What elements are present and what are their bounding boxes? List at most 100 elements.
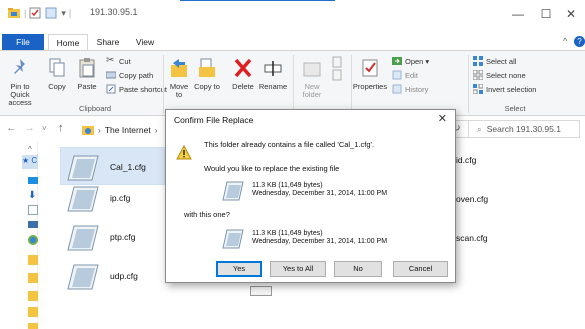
clipboard-group-label: Clipboard bbox=[78, 104, 112, 113]
properties-check-icon[interactable] bbox=[29, 7, 41, 19]
move-to-button[interactable]: Move to bbox=[166, 57, 192, 99]
tab-home[interactable]: Home bbox=[48, 34, 88, 50]
tab-view[interactable]: View bbox=[130, 34, 160, 50]
file-item[interactable]: oven.cfg bbox=[456, 194, 488, 204]
history-button[interactable]: History bbox=[392, 83, 428, 95]
breadcrumb-internet[interactable]: The Internet bbox=[105, 125, 151, 135]
tab-file[interactable]: File bbox=[2, 34, 44, 50]
dialog-body: This folder already contains a file call… bbox=[166, 131, 455, 282]
back-arrow-icon[interactable]: ← bbox=[6, 122, 17, 134]
select-none-button[interactable]: Select none bbox=[473, 69, 526, 81]
new-item-button[interactable] bbox=[330, 55, 346, 85]
delete-x-icon bbox=[234, 58, 252, 78]
copy-path-button[interactable]: Copy path bbox=[106, 69, 153, 81]
copy-path-icon bbox=[106, 71, 116, 79]
folder-icon[interactable] bbox=[28, 291, 38, 301]
scroll-up-icon[interactable]: ^ bbox=[28, 145, 32, 154]
clipboard-icon bbox=[79, 58, 95, 78]
existing-file-date: Wednesday, December 31, 2014, 11:00 PM bbox=[252, 190, 388, 197]
dialog-question: Would you like to replace the existing f… bbox=[204, 164, 340, 173]
existing-file-info: 11.3 KB (11,649 bytes) Wednesday, Decemb… bbox=[222, 177, 387, 203]
pin-icon bbox=[14, 59, 25, 74]
file-item[interactable]: id.cfg bbox=[456, 155, 476, 165]
recent-locations-icon[interactable]: ˅ bbox=[42, 124, 47, 133]
ribbon-separator bbox=[293, 55, 294, 113]
folder-icon[interactable] bbox=[28, 323, 38, 329]
tab-share[interactable]: Share bbox=[92, 34, 124, 50]
nav-item-quick-access[interactable]: ★ C bbox=[22, 155, 38, 169]
edit-icon bbox=[392, 70, 402, 80]
pin-quick-access-button[interactable]: Pin to Quick access bbox=[2, 57, 38, 107]
help-icon[interactable]: ? bbox=[574, 36, 585, 47]
yes-button[interactable]: Yes bbox=[216, 261, 262, 277]
select-all-button[interactable]: Select all bbox=[473, 55, 516, 67]
rename-button[interactable]: Rename bbox=[258, 57, 288, 91]
move-to-icon bbox=[171, 59, 187, 77]
new-folder-qa-icon[interactable] bbox=[45, 7, 57, 19]
minimize-button[interactable]: — bbox=[503, 4, 533, 24]
confirm-file-replace-dialog: Confirm File Replace ✕ This folder alrea… bbox=[165, 109, 456, 283]
copy-icon bbox=[49, 58, 65, 77]
search-icon: ⌕ bbox=[477, 123, 482, 134]
properties-icon bbox=[362, 59, 378, 77]
invert-selection-button[interactable]: Invert selection bbox=[473, 83, 536, 95]
yes-to-all-button[interactable]: Yes to All bbox=[270, 261, 326, 277]
search-placeholder: Search 191.30.95.1 bbox=[486, 124, 561, 134]
select-none-icon bbox=[473, 70, 483, 80]
open-button[interactable]: Open ▾ bbox=[392, 55, 429, 67]
title-accent-line bbox=[180, 0, 335, 1]
new-file-date: Wednesday, December 31, 2014, 11:00 PM bbox=[252, 238, 388, 245]
network-icon[interactable] bbox=[28, 235, 38, 245]
document-file-icon bbox=[222, 229, 244, 249]
desktop-icon[interactable] bbox=[28, 177, 38, 184]
documents-icon[interactable] bbox=[28, 205, 38, 215]
copy-to-button[interactable]: Copy to bbox=[194, 57, 220, 91]
folder-app-icon bbox=[8, 8, 20, 18]
drag-ghost-icon bbox=[250, 286, 272, 296]
warning-icon bbox=[176, 145, 192, 160]
invert-selection-icon bbox=[473, 84, 483, 94]
dialog-close-icon[interactable]: ✕ bbox=[438, 112, 447, 125]
folder-icon[interactable] bbox=[28, 255, 38, 265]
file-item[interactable]: Cal_1.cfg bbox=[66, 150, 146, 184]
breadcrumb[interactable]: › The Internet › bbox=[82, 122, 158, 138]
no-button[interactable]: No bbox=[334, 261, 382, 277]
delete-button[interactable]: Delete bbox=[228, 57, 258, 91]
edit-button[interactable]: Edit bbox=[392, 69, 418, 81]
rename-icon bbox=[264, 61, 282, 76]
existing-file-size: 11.3 KB (11,649 bytes) bbox=[252, 182, 323, 189]
copy-button[interactable]: Copy bbox=[44, 57, 70, 91]
close-button[interactable]: ✕ bbox=[556, 4, 585, 24]
document-file-icon bbox=[67, 264, 99, 290]
new-file-size: 11.3 KB (11,649 bytes) bbox=[252, 230, 323, 237]
dialog-title: Confirm File Replace bbox=[174, 115, 254, 125]
folder-icon[interactable] bbox=[28, 273, 38, 283]
paste-shortcut-button[interactable]: Paste shortcut bbox=[106, 83, 167, 95]
file-item[interactable]: scan.cfg bbox=[456, 233, 488, 243]
pictures-icon[interactable] bbox=[28, 221, 38, 228]
qa-dropdown-icon[interactable]: ▾ bbox=[61, 8, 66, 19]
history-icon bbox=[392, 84, 402, 94]
paste-button[interactable]: Paste bbox=[74, 57, 100, 91]
folder-icon[interactable] bbox=[28, 307, 38, 317]
scissors-icon: ✂ bbox=[106, 55, 115, 66]
collapse-ribbon-icon[interactable]: ^ bbox=[563, 36, 567, 46]
cut-button[interactable]: ✂ Cut bbox=[106, 55, 131, 67]
document-file-icon bbox=[222, 181, 244, 201]
up-arrow-icon[interactable]: ↑ bbox=[58, 122, 64, 134]
navigation-pane: ^ ★ C ⬇ bbox=[0, 141, 38, 329]
file-item[interactable]: udp.cfg bbox=[66, 259, 138, 293]
forward-arrow-icon[interactable]: → bbox=[24, 122, 35, 134]
properties-button[interactable]: Properties bbox=[352, 57, 388, 91]
search-input[interactable]: ⌕ Search 191.30.95.1 bbox=[468, 120, 580, 138]
file-item[interactable]: ptp.cfg bbox=[66, 220, 136, 254]
downloads-icon[interactable]: ⬇ bbox=[28, 191, 38, 201]
with-label: with this one? bbox=[184, 210, 230, 219]
new-folder-button[interactable]: New folder bbox=[298, 57, 326, 99]
ribbon: Pin to Quick access Copy Paste ✂ Cut Copy… bbox=[0, 50, 585, 116]
file-item[interactable]: ip.cfg bbox=[66, 181, 130, 215]
star-icon: ★ C bbox=[22, 156, 38, 165]
cancel-button[interactable]: Cancel bbox=[393, 261, 448, 277]
dialog-message: This folder already contains a file call… bbox=[204, 140, 375, 149]
open-icon bbox=[392, 57, 402, 65]
